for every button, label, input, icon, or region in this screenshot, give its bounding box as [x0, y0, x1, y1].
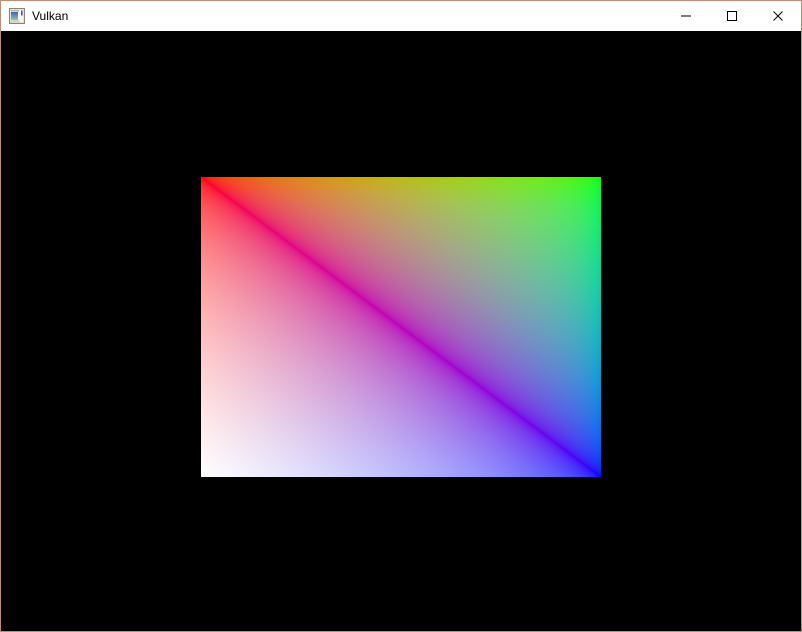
window-controls	[663, 1, 801, 31]
close-button[interactable]	[755, 1, 801, 31]
vulkan-window: Vulkan	[0, 0, 802, 632]
minimize-icon	[681, 11, 691, 21]
gradient-quad	[201, 177, 601, 477]
render-viewport	[1, 31, 801, 631]
maximize-button[interactable]	[709, 1, 755, 31]
title-bar[interactable]: Vulkan	[1, 1, 801, 31]
window-title: Vulkan	[32, 9, 68, 23]
maximize-icon	[727, 11, 737, 21]
minimize-button[interactable]	[663, 1, 709, 31]
default-app-window-icon	[9, 8, 25, 24]
app-icon[interactable]	[9, 8, 25, 24]
close-icon	[773, 11, 783, 21]
